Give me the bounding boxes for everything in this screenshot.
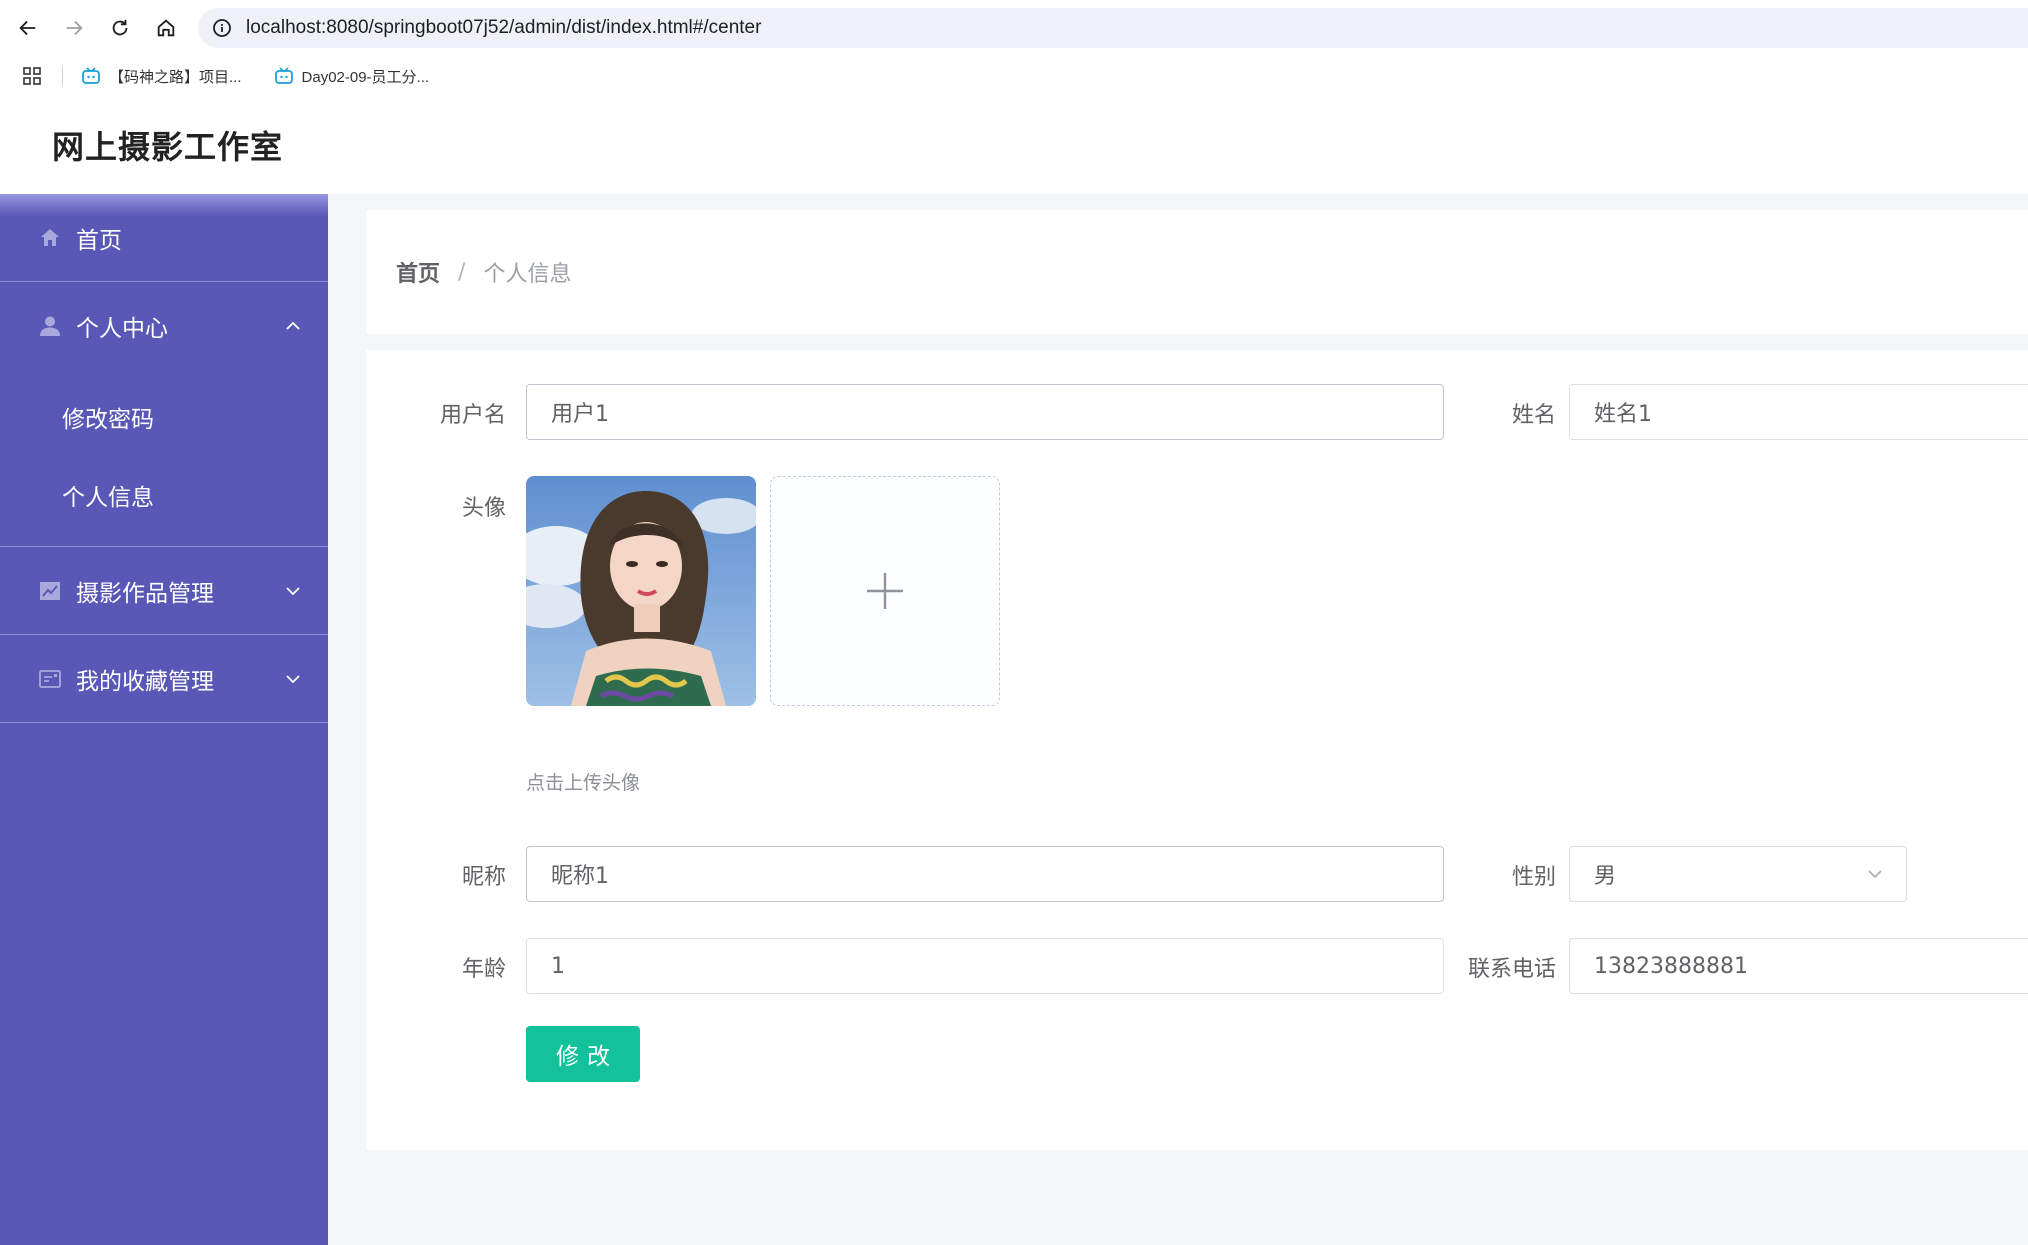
browser-toolbar: localhost:8080/springboot07j52/admin/dis… [0, 0, 2028, 56]
sidebar-item-change-password[interactable]: 修改密码 [0, 378, 328, 456]
info-icon[interactable] [212, 18, 232, 38]
menu-item-favorites-management[interactable]: 我的收藏管理 [0, 635, 328, 723]
gender-value: 男 [1594, 864, 1617, 889]
sidebar-item-personal-info[interactable]: 个人信息 [0, 456, 328, 534]
nickname-value: 昵称1 [551, 864, 609, 889]
url-text: localhost:8080/springboot07j52/admin/dis… [246, 17, 762, 38]
bookmark-label: 【码神之路】项目... [109, 68, 242, 86]
reload-icon [112, 19, 128, 36]
card-icon [38, 667, 62, 691]
name-label: 姓名 [1511, 403, 1556, 428]
breadcrumb: 首页 / 个人信息 [366, 210, 2028, 334]
username-value: 用户1 [551, 402, 609, 427]
menu-item-home[interactable]: 首页 [0, 194, 328, 282]
chevron-down-icon [1868, 870, 1882, 879]
arrow-left-icon [19, 20, 36, 36]
profile-form: 用户名 用户1 姓名 姓名1 头像 点击上传头像 昵称 昵称1 性别 男 年龄 … [366, 350, 2028, 1150]
breadcrumb-home[interactable]: 首页 [396, 256, 440, 288]
nickname-label: 昵称 [461, 865, 506, 890]
avatar-photo [526, 476, 756, 706]
menu-item-works-management[interactable]: 摄影作品管理 [0, 547, 328, 635]
age-input[interactable]: 1 [526, 938, 1444, 994]
app-header: 网上摄影工作室 [0, 96, 2028, 194]
bookmarks-bar: 【码神之路】项目... Day02-09-员工分... [0, 56, 2028, 96]
menu-item-personal-center[interactable]: 个人中心 [0, 282, 328, 370]
chevron-down-icon [286, 586, 300, 595]
nickname-input[interactable]: 昵称1 [526, 846, 1444, 902]
apps-grid-icon[interactable] [22, 66, 42, 86]
gender-label: 性别 [1511, 865, 1556, 890]
bookmarks-divider [62, 66, 63, 86]
reload-button[interactable] [98, 6, 142, 50]
avatar-upload-button[interactable] [770, 476, 1000, 706]
forward-button[interactable] [52, 6, 96, 50]
user-icon [38, 314, 62, 338]
plus-icon [867, 573, 903, 609]
username-label: 用户名 [439, 403, 506, 428]
arrow-right-icon [66, 20, 83, 36]
bilibili-tv-icon [274, 67, 293, 84]
bookmark-item[interactable]: 【码神之路】项目... [81, 66, 242, 87]
chevron-up-icon [286, 321, 300, 330]
submenu-personal-center: 修改密码 个人信息 [0, 370, 328, 547]
breadcrumb-separator: / [458, 259, 466, 285]
menu-label: 我的收藏管理 [76, 668, 214, 695]
phone-label: 联系电话 [1467, 957, 1556, 982]
back-button[interactable] [6, 6, 50, 50]
browser-home-icon [157, 19, 175, 37]
bilibili-tv-icon [82, 67, 100, 84]
phone-input[interactable]: 13823888881 [1569, 938, 2028, 994]
bookmark-label: Day02-09-员工分... [301, 68, 430, 86]
phone-value: 13823888881 [1594, 953, 1748, 979]
upload-tip: 点击上传头像 [526, 772, 641, 794]
name-value: 姓名1 [1594, 402, 1652, 427]
submit-button[interactable]: 修改 [526, 1026, 640, 1082]
gender-select[interactable]: 男 [1569, 846, 1907, 902]
app-title: 网上摄影工作室 [52, 128, 284, 166]
menu-label: 个人中心 [76, 316, 168, 342]
username-input[interactable]: 用户1 [526, 384, 1444, 440]
sidebar: 首页 个人中心 修改密码 个人信息 摄影作品管理 我的收藏管理 [0, 194, 328, 1245]
breadcrumb-current: 个人信息 [483, 262, 572, 287]
home-button[interactable] [144, 6, 188, 50]
menu-label: 摄影作品管理 [76, 580, 214, 607]
bookmark-item[interactable]: Day02-09-员工分... [274, 66, 430, 87]
home-icon [38, 226, 62, 250]
chart-icon [38, 579, 62, 603]
menu-label: 首页 [76, 227, 122, 254]
address-bar[interactable]: localhost:8080/springboot07j52/admin/dis… [198, 8, 2028, 48]
avatar-label: 头像 [461, 496, 506, 521]
age-value: 1 [551, 953, 565, 979]
chevron-down-icon [286, 674, 300, 683]
age-label: 年龄 [461, 957, 506, 982]
avatar-image[interactable] [526, 476, 756, 706]
name-input[interactable]: 姓名1 [1569, 384, 2028, 440]
